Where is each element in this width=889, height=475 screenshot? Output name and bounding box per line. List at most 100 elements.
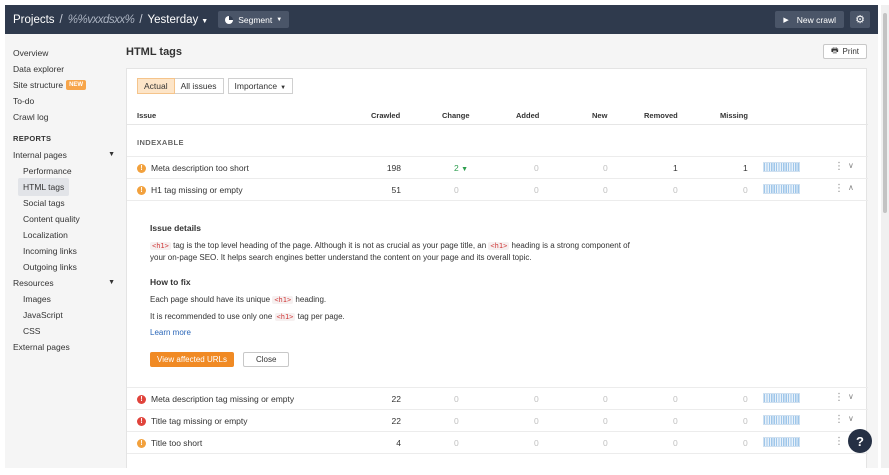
sidebar-item-data-explorer[interactable]: Data explorer xyxy=(5,61,120,77)
sidebar-item-label: Overview xyxy=(13,48,49,58)
details-text-part: tag is the top level heading of the page… xyxy=(173,241,487,250)
chevron-down-icon: ▼ xyxy=(201,17,209,25)
table-row[interactable]: ! Meta description too short 198 2 ▼ 0 0 … xyxy=(127,156,868,178)
column-header-removed[interactable]: Removed xyxy=(644,111,678,120)
added-value: 0 xyxy=(534,394,539,404)
chevron-down-icon[interactable]: ∨ xyxy=(848,414,854,423)
crawled-value: 51 xyxy=(391,185,401,195)
chevron-down-icon: ▼ xyxy=(280,85,287,91)
group-label: INDEXABLE xyxy=(137,138,184,147)
tab-all-issues[interactable]: All issues xyxy=(174,78,224,94)
sidebar-item-css[interactable]: CSS xyxy=(5,323,120,339)
table-row[interactable]: !Title too short 4 0 0 0 0 0 ⋮ ∨ xyxy=(127,431,868,453)
new-value: 0 xyxy=(603,185,608,195)
print-label: Print xyxy=(842,47,859,56)
gear-icon: ⚙ xyxy=(855,14,865,26)
chevron-up-icon[interactable]: ∧ xyxy=(848,183,854,192)
scrollbar-thumb[interactable] xyxy=(883,13,887,213)
issue-cell: ! Title too short xyxy=(137,438,202,448)
help-button[interactable]: ? xyxy=(848,429,872,453)
column-header-change[interactable]: Change xyxy=(442,111,470,120)
app-window: Projects / %%vxxdsxx% / Yesterday ▼ Segme… xyxy=(5,5,878,468)
column-header-new[interactable]: New xyxy=(592,111,607,120)
settings-button[interactable]: ⚙ xyxy=(850,11,870,28)
crawled-value: 22 xyxy=(391,416,401,426)
more-options-icon[interactable]: ⋮ xyxy=(834,436,844,447)
sidebar-item-site-structure[interactable]: Site structure NEW xyxy=(5,77,120,93)
sidebar-item-html-tags[interactable]: HTML tags xyxy=(5,178,120,196)
new-value: 0 xyxy=(603,163,608,173)
sidebar-item-incoming-links[interactable]: Incoming links xyxy=(5,243,120,259)
scrollbar[interactable] xyxy=(881,5,889,468)
sidebar-item-javascript[interactable]: JavaScript xyxy=(5,307,120,323)
project-name-link[interactable]: %%vxxdsxx% xyxy=(68,14,135,26)
trend-sparkline xyxy=(763,162,800,172)
importance-label: Importance xyxy=(234,81,278,91)
sidebar-item-crawl-log[interactable]: Crawl log xyxy=(5,109,120,125)
new-crawl-button[interactable]: ▶ New crawl xyxy=(775,11,844,28)
date-selector[interactable]: Yesterday ▼ xyxy=(148,14,209,26)
sidebar-item-label: External pages xyxy=(13,342,70,352)
trend-sparkline xyxy=(763,415,800,425)
sidebar-item-content-quality[interactable]: Content quality xyxy=(5,211,120,227)
issue-details-heading: Issue details xyxy=(150,223,202,233)
more-options-icon[interactable]: ⋮ xyxy=(834,161,844,172)
fix-text-2: It is recommended to use only one <h1> t… xyxy=(150,311,710,323)
sidebar-item-internal-pages[interactable]: Internal pages ▼ xyxy=(5,147,120,163)
sidebar-item-performance[interactable]: Performance xyxy=(5,163,120,179)
tab-actual[interactable]: Actual xyxy=(137,78,175,94)
issue-name: Meta description too short xyxy=(151,163,249,173)
h1-tag-code: <h1> xyxy=(150,242,171,250)
sidebar-item-label: Outgoing links xyxy=(23,262,77,272)
sidebar-item-localization[interactable]: Localization xyxy=(5,227,120,243)
sidebar-item-label: CSS xyxy=(23,326,41,336)
change-number: 2 xyxy=(454,163,459,173)
table-row[interactable] xyxy=(127,453,868,468)
reports-heading: REPORTS xyxy=(13,134,52,143)
sidebar-item-images[interactable]: Images xyxy=(5,291,120,307)
triangle-down-icon: ▼ xyxy=(461,166,469,173)
column-header-missing[interactable]: Missing xyxy=(720,111,748,120)
sidebar-item-external-pages[interactable]: External pages xyxy=(5,339,120,355)
error-icon: ! xyxy=(137,416,146,426)
table-row[interactable]: ! H1 tag missing or empty 51 0 0 0 0 0 ⋮ … xyxy=(127,178,868,200)
sidebar-item-overview[interactable]: Overview xyxy=(5,45,120,61)
more-options-icon[interactable]: ⋮ xyxy=(834,414,844,425)
missing-value: 0 xyxy=(743,416,748,426)
view-affected-urls-button[interactable]: View affected URLs xyxy=(150,352,234,367)
importance-dropdown[interactable]: Importance ▼ xyxy=(227,78,294,94)
warning-icon: ! xyxy=(137,185,146,195)
sidebar-item-label: JavaScript xyxy=(23,310,63,320)
added-value: 0 xyxy=(534,438,539,448)
removed-value: 0 xyxy=(673,185,678,195)
breadcrumb-separator: / xyxy=(59,13,63,26)
issues-panel: Actual All issues Importance ▼ Issue Craw… xyxy=(126,68,868,468)
sidebar-item-to-do[interactable]: To-do xyxy=(5,93,120,109)
issue-cell: ! Title tag missing or empty xyxy=(137,416,248,426)
more-options-icon[interactable]: ⋮ xyxy=(834,183,844,194)
projects-link[interactable]: Projects xyxy=(13,14,55,26)
new-value: 0 xyxy=(603,394,608,404)
segment-button[interactable]: Segment ▼ xyxy=(218,11,290,28)
issue-cell: ! H1 tag missing or empty xyxy=(137,185,243,195)
close-button[interactable]: Close xyxy=(243,352,290,367)
sidebar-item-label: Social tags xyxy=(23,198,65,208)
chevron-down-icon[interactable]: ∨ xyxy=(848,161,854,170)
change-value: 0 xyxy=(454,416,459,426)
column-header-crawled[interactable]: Crawled xyxy=(371,111,400,120)
sidebar-item-social-tags[interactable]: Social tags xyxy=(5,195,120,211)
issue-name: Title too short xyxy=(151,438,203,448)
trend-sparkline xyxy=(763,184,800,194)
page-title: HTML tags xyxy=(126,46,183,58)
more-options-icon[interactable]: ⋮ xyxy=(834,392,844,403)
sidebar-item-resources[interactable]: Resources ▼ xyxy=(5,275,120,291)
chevron-down-icon[interactable]: ∨ xyxy=(848,392,854,401)
column-header-added[interactable]: Added xyxy=(516,111,539,120)
table-row[interactable]: ! Meta description tag missing or empty 2… xyxy=(127,387,868,409)
column-header-issue[interactable]: Issue xyxy=(137,111,156,120)
issue-cell: ! Meta description tag missing or empty xyxy=(137,394,294,404)
learn-more-link[interactable]: Learn more xyxy=(150,328,191,337)
sidebar-item-outgoing-links[interactable]: Outgoing links xyxy=(5,259,120,275)
table-row[interactable]: ! Title tag missing or empty 22 0 0 0 0 0… xyxy=(127,409,868,431)
print-button[interactable]: 🖶 Print xyxy=(823,44,867,59)
